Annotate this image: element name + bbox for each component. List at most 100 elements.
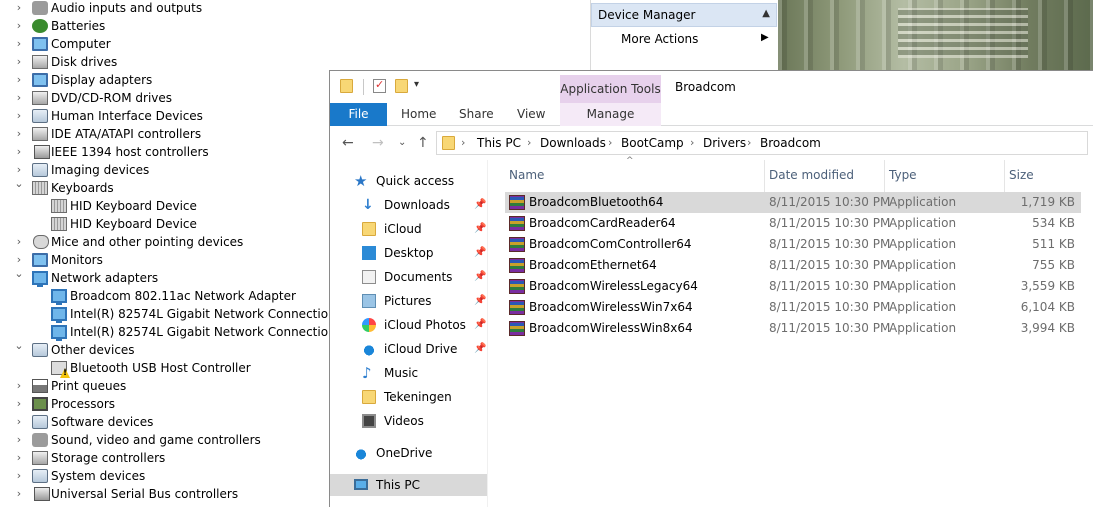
tree-item[interactable]: › Computer xyxy=(0,35,580,53)
nav-item[interactable]: iCloud 📌 xyxy=(362,218,488,240)
file-row[interactable]: BroadcomWirelessLegacy64 8/11/2015 10:30 … xyxy=(505,276,1081,297)
desktop-icon xyxy=(362,246,376,260)
network-adapter-icon xyxy=(51,325,67,341)
breadcrumb-separator-icon[interactable]: › xyxy=(690,136,694,149)
chevron-right-icon[interactable]: › xyxy=(14,125,24,143)
nav-item[interactable]: iCloud Photos 📌 xyxy=(362,314,488,336)
nav-item[interactable]: Pictures 📌 xyxy=(362,290,488,312)
chevron-right-icon[interactable]: › xyxy=(14,467,24,485)
file-name: BroadcomComController64 xyxy=(529,237,692,251)
speaker-icon xyxy=(32,1,48,15)
tree-item[interactable]: › Disk drives xyxy=(0,53,580,71)
back-arrow-icon[interactable]: ← xyxy=(342,135,354,151)
breadcrumb-separator-icon[interactable]: › xyxy=(527,136,531,149)
file-size: 3,559 KB xyxy=(1020,279,1075,293)
chevron-right-icon[interactable]: › xyxy=(14,485,24,503)
file-type: Application xyxy=(889,321,957,335)
nav-item[interactable]: Documents 📌 xyxy=(362,266,488,288)
file-date-modified: 8/11/2015 10:30 PM xyxy=(769,279,891,293)
tab-home[interactable]: Home xyxy=(401,103,436,126)
display-adapter-icon xyxy=(32,73,48,87)
nav-item[interactable]: This PC xyxy=(330,474,487,496)
chevron-right-icon[interactable]: › xyxy=(14,17,24,35)
nav-item[interactable]: iCloud Drive 📌 xyxy=(362,338,488,360)
nav-item[interactable]: Tekeningen xyxy=(362,386,488,408)
collapse-up-icon[interactable]: ▲ xyxy=(762,8,770,19)
actions-header-device-manager[interactable]: Device Manager ▲ xyxy=(591,3,777,27)
file-row[interactable]: BroadcomBluetooth64 8/11/2015 10:30 PM App… xyxy=(505,192,1081,213)
file-row[interactable]: BroadcomComController64 8/11/2015 10:30 P… xyxy=(505,234,1081,255)
breadcrumb-separator-icon[interactable]: › xyxy=(608,136,612,149)
new-folder-icon[interactable] xyxy=(395,79,408,93)
breadcrumb-separator-icon[interactable]: › xyxy=(747,136,751,149)
column-header-type[interactable]: Type xyxy=(885,160,1005,192)
tree-item-label: Universal Serial Bus controllers xyxy=(51,487,239,501)
file-explorer-window: ▾ Application Tools Broadcom File Home S… xyxy=(329,70,1093,507)
nav-item[interactable]: Desktop 📌 xyxy=(362,242,488,264)
column-header-name[interactable]: Name xyxy=(505,160,765,192)
breadcrumb-separator-icon[interactable]: › xyxy=(461,136,465,149)
pin-icon[interactable]: 📌 xyxy=(474,266,486,288)
chevron-right-icon[interactable]: › xyxy=(14,449,24,467)
chevron-right-icon[interactable]: › xyxy=(14,431,24,449)
chevron-right-icon[interactable]: › xyxy=(14,89,24,107)
properties-icon[interactable] xyxy=(373,78,386,93)
breadcrumb-this-pc[interactable]: This PC xyxy=(477,136,521,150)
chevron-right-icon[interactable]: › xyxy=(14,53,24,71)
nav-item[interactable]: ♪ Music xyxy=(362,362,488,384)
chevron-down-icon[interactable]: ⌄ xyxy=(14,265,24,283)
chevron-right-icon[interactable]: › xyxy=(14,71,24,89)
nav-item[interactable]: ★ Quick access xyxy=(354,170,488,192)
chevron-right-icon[interactable]: › xyxy=(14,413,24,431)
chevron-down-icon[interactable]: ⌄ xyxy=(14,175,24,193)
pin-icon[interactable]: 📌 xyxy=(474,242,486,264)
breadcrumb-drivers[interactable]: Drivers xyxy=(703,136,746,150)
nav-item[interactable]: ↓ Downloads 📌 xyxy=(362,194,488,216)
nav-item-label: iCloud Photos xyxy=(384,318,466,332)
tab-share[interactable]: Share xyxy=(459,103,494,126)
breadcrumb-bootcamp[interactable]: BootCamp xyxy=(621,136,684,150)
pin-icon[interactable]: 📌 xyxy=(474,290,486,312)
chevron-down-icon[interactable]: ⌄ xyxy=(14,337,24,355)
tree-item-label: Broadcom 802.11ac Network Adapter xyxy=(70,289,296,303)
tab-file[interactable]: File xyxy=(330,103,387,126)
printer-icon xyxy=(32,379,48,393)
forward-arrow-icon[interactable]: → xyxy=(372,135,384,151)
nav-item[interactable]: Videos xyxy=(362,410,488,432)
nav-item[interactable]: OneDrive xyxy=(354,442,488,464)
pin-icon[interactable]: 📌 xyxy=(474,218,486,240)
tree-item[interactable]: › Audio inputs and outputs xyxy=(0,0,580,17)
breadcrumb-downloads[interactable]: Downloads xyxy=(540,136,606,150)
chevron-right-icon[interactable]: › xyxy=(14,143,24,161)
chevron-right-icon[interactable]: › xyxy=(14,377,24,395)
tree-item[interactable]: › Batteries xyxy=(0,17,580,35)
chevron-right-icon[interactable]: › xyxy=(14,395,24,413)
pin-icon[interactable]: 📌 xyxy=(474,314,486,336)
breadcrumb-broadcom[interactable]: Broadcom xyxy=(760,136,821,150)
chevron-right-icon[interactable]: › xyxy=(14,0,24,17)
file-row[interactable]: BroadcomWirelessWin8x64 8/11/2015 10:30 P… xyxy=(505,318,1081,339)
nav-item-label: iCloud Drive xyxy=(384,342,458,356)
pin-icon[interactable]: 📌 xyxy=(474,338,486,360)
file-row[interactable]: BroadcomCardReader64 8/11/2015 10:30 PM Ap… xyxy=(505,213,1081,234)
file-row[interactable]: BroadcomWirelessWin7x64 8/11/2015 10:30 P… xyxy=(505,297,1081,318)
chevron-right-icon[interactable]: › xyxy=(14,35,24,53)
hid-icon xyxy=(32,109,48,123)
column-header-size[interactable]: Size xyxy=(1005,160,1081,192)
column-header-date-modified[interactable]: Date modified xyxy=(765,160,885,192)
more-actions-item[interactable]: More Actions xyxy=(621,32,698,46)
customize-toolbar-dropdown-icon[interactable]: ▾ xyxy=(414,79,419,90)
file-row[interactable]: BroadcomEthernet64 8/11/2015 10:30 PM Appl… xyxy=(505,255,1081,276)
file-size: 6,104 KB xyxy=(1020,300,1075,314)
chevron-right-icon[interactable]: › xyxy=(14,233,24,251)
chevron-right-icon[interactable]: › xyxy=(14,107,24,125)
up-arrow-icon[interactable]: ↑ xyxy=(417,135,429,151)
recent-locations-chevron-icon[interactable]: ⌄ xyxy=(398,137,406,148)
tree-item-label: Intel(R) 82574L Gigabit Network Connecti… xyxy=(70,307,336,321)
tab-view[interactable]: View xyxy=(517,103,545,126)
address-bar[interactable]: › This PC › Downloads › BootCamp › Drive… xyxy=(436,131,1088,155)
file-date-modified: 8/11/2015 10:30 PM xyxy=(769,195,891,209)
tab-manage[interactable]: Manage xyxy=(560,103,661,126)
pin-icon[interactable]: 📌 xyxy=(474,194,486,216)
music-icon: ♪ xyxy=(362,364,372,382)
